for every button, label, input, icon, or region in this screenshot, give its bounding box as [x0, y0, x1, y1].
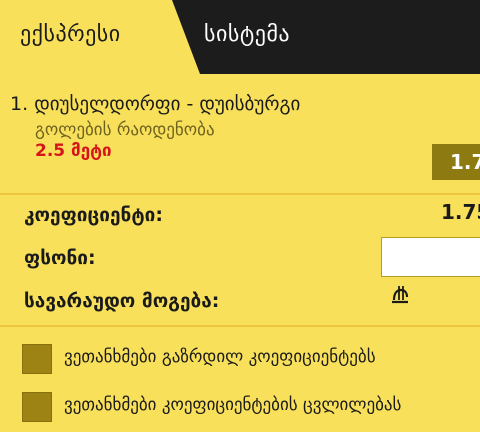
tab-express-label[interactable]: ექსპრესი: [20, 22, 121, 47]
divider: [0, 193, 480, 195]
bet-odds-badge: 1.75: [432, 144, 480, 180]
possible-win-label: სავარაუდო მოგება:: [24, 290, 220, 312]
total-odds-value: 1.75: [441, 200, 480, 224]
divider: [0, 325, 480, 327]
accept-odds-changes-label[interactable]: ვეთანხმები კოეფიციენტების ცვლილებას: [64, 395, 401, 415]
tab-system-label[interactable]: სისტემა: [204, 22, 290, 47]
bet-number: 1.: [10, 93, 29, 115]
bet-slip-item: 1. დიუსელდორფი - დუისბურგი გოლების რაოდე…: [0, 74, 480, 194]
accept-increased-odds-label[interactable]: ვეთანხმები გაზრდილ კოეფიციენტებს: [64, 347, 376, 367]
bet-market: გოლების რაოდენობა: [35, 120, 215, 140]
odds-label: კოეფიციენტი:: [24, 204, 163, 226]
accept-increased-odds-checkbox[interactable]: [22, 344, 52, 374]
bet-selection: 2.5 მეტი: [35, 141, 112, 161]
accept-odds-changes-checkbox[interactable]: [22, 392, 52, 422]
stake-label: ფსონი:: [24, 247, 96, 269]
stake-input[interactable]: [381, 237, 480, 277]
lari-icon: [392, 286, 409, 304]
bet-match: დიუსელდორფი - დუისბურგი: [34, 93, 301, 115]
bet-type-tabs: ექსპრესი სისტემა: [0, 0, 480, 74]
bet-match-line: 1. დიუსელდორფი - დუისბურგი: [10, 93, 300, 115]
